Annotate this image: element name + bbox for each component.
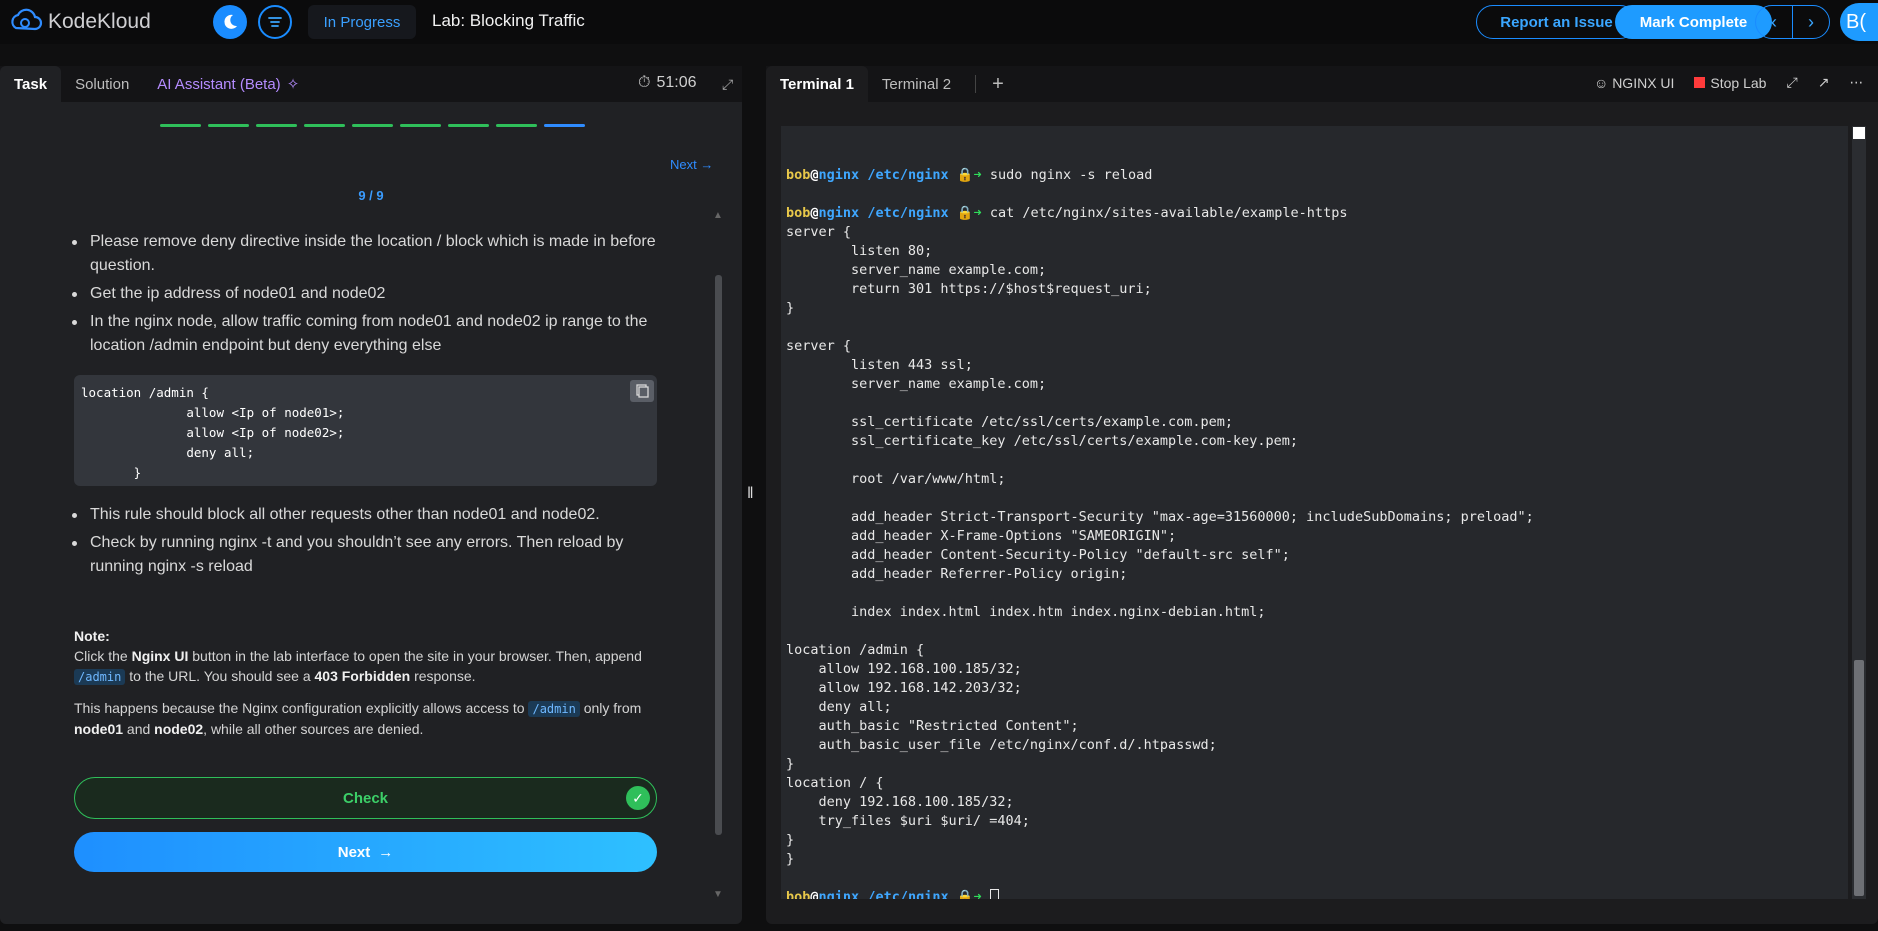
progress-segment[interactable] — [256, 124, 297, 127]
lock-icon: 🔒 — [956, 889, 974, 899]
lab-nav: ‹ › — [1755, 5, 1830, 39]
tab-ai-assistant[interactable]: AI Assistant (Beta) ✧ — [143, 66, 313, 102]
next-button[interactable]: Next → — [74, 832, 657, 872]
progress-segment[interactable] — [160, 124, 201, 127]
theme-toggle-button[interactable] — [213, 5, 247, 39]
checkmark-icon: ✓ — [626, 786, 650, 810]
copy-icon[interactable] — [630, 380, 654, 402]
report-issue-button[interactable]: Report an Issue — [1476, 5, 1637, 39]
menu-button[interactable] — [258, 5, 292, 39]
terminal-file-output: server { listen 80; server_name example.… — [786, 224, 1534, 867]
avatar[interactable]: B( — [1840, 3, 1878, 41]
chevron-left-icon: ‹ — [1771, 11, 1777, 32]
terminal-output[interactable]: bob@nginx /etc/nginx 🔒➜ sudo nginx -s re… — [781, 126, 1848, 899]
note-label: Note: — [74, 628, 110, 644]
lab-title: Lab: Blocking Traffic — [432, 11, 585, 30]
instruction-item: Please remove deny directive inside the … — [26, 230, 662, 278]
progress-segment[interactable] — [400, 124, 441, 127]
terminal-cursor — [989, 888, 999, 899]
progress-segment[interactable] — [208, 124, 249, 127]
brand-name: KodeKloud — [48, 10, 151, 33]
note: Note: Click the Nginx UI button in the l… — [74, 626, 664, 739]
instruction-item: Get the ip address of node01 and node02 — [26, 282, 662, 306]
check-label: Check — [342, 789, 389, 807]
ai-tab-label: AI Assistant (Beta) — [157, 75, 281, 93]
terminal-scrollbar-thumb[interactable] — [1854, 660, 1864, 896]
task-instructions: Please remove deny directive inside the … — [62, 230, 662, 362]
add-terminal-icon[interactable]: + — [992, 73, 1004, 96]
status-badge: In Progress — [308, 5, 416, 39]
task-instructions-continued: This rule should block all other request… — [62, 503, 662, 583]
chevron-right-icon: › — [1808, 11, 1814, 32]
step-count: 9 / 9 — [358, 188, 384, 203]
stop-icon — [1694, 76, 1706, 88]
tab-task[interactable]: Task — [0, 66, 62, 102]
moon-icon — [224, 14, 237, 29]
external-link-icon[interactable]: ↗ — [1818, 74, 1830, 91]
next-label: Next — [337, 843, 371, 861]
note-paragraph: Click the Nginx UI button in the lab int… — [74, 648, 642, 685]
instruction-item: In the nginx node, allow traffic coming … — [26, 310, 662, 358]
instruction-item: This rule should block all other request… — [26, 503, 662, 527]
terminal-line: bob@nginx /etc/nginx 🔒➜ sudo nginx -s re… — [786, 167, 1153, 183]
logo[interactable]: KodeKloud — [8, 8, 208, 36]
tab-solution[interactable]: Solution — [61, 66, 143, 102]
step-progress — [160, 124, 585, 127]
more-icon[interactable]: ⋯ — [1849, 74, 1863, 91]
timer-value: 51:06 — [656, 74, 697, 91]
progress-segment[interactable] — [352, 124, 393, 127]
magic-wand-icon: ✧ — [286, 76, 300, 93]
next-lab-button[interactable]: › — [1793, 6, 1829, 38]
list-icon — [268, 17, 282, 27]
scrollbar[interactable] — [715, 275, 722, 835]
task-tabs: Task Solution AI Assistant (Beta) ✧ — [0, 66, 742, 102]
progress-segment[interactable] — [304, 124, 345, 127]
timer: ⏱ 51:06 — [638, 74, 697, 92]
mark-complete-button[interactable]: Mark Complete — [1615, 5, 1772, 39]
progress-segment[interactable] — [496, 124, 537, 127]
kodekloud-logo-icon — [8, 8, 44, 36]
smiley-icon: ☺ — [1594, 74, 1609, 91]
tab-separator — [975, 75, 977, 93]
resize-handle[interactable]: ‖ — [747, 485, 754, 503]
arrow-right-icon: → — [378, 843, 394, 861]
terminal-line: bob@nginx /etc/nginx 🔒➜ cat /etc/nginx/s… — [786, 205, 1348, 221]
expand-terminal-icon[interactable]: ⤢ — [1786, 74, 1797, 91]
note-paragraph: This happens because the Nginx configura… — [74, 700, 642, 737]
terminal-actions: ☺ NGINX UI Stop Lab ⤢ ↗ ⋯ — [1594, 74, 1863, 91]
check-button[interactable]: Check ✓ — [74, 777, 657, 819]
prev-lab-button[interactable]: ‹ — [1756, 6, 1792, 38]
stopwatch-icon: ⏱ — [638, 74, 651, 91]
instruction-item: Check by running nginx -t and you should… — [26, 531, 662, 579]
scroll-up-icon[interactable]: ▲ — [713, 210, 723, 221]
nginx-ui-button[interactable]: ☺ NGINX UI — [1594, 75, 1674, 91]
tab-terminal-1[interactable]: Terminal 1 — [766, 66, 868, 102]
progress-segment-current[interactable] — [544, 124, 585, 127]
terminal-scroll-up-icon[interactable] — [1853, 127, 1865, 139]
code-block: location /admin { allow <Ip of node01>; … — [74, 375, 657, 486]
tab-terminal-2[interactable]: Terminal 2 — [868, 66, 965, 102]
progress-segment[interactable] — [448, 124, 489, 127]
scroll-down-icon[interactable]: ▼ — [713, 889, 723, 900]
terminal-line: bob@nginx /etc/nginx 🔒➜ — [786, 888, 1848, 899]
next-step-link[interactable]: Next → — [670, 157, 713, 172]
expand-icon[interactable]: ⤢ — [722, 76, 733, 93]
stop-lab-button[interactable]: Stop Lab — [1694, 75, 1766, 91]
lock-icon: 🔒 — [956, 205, 974, 221]
lock-icon: 🔒 — [956, 167, 974, 183]
